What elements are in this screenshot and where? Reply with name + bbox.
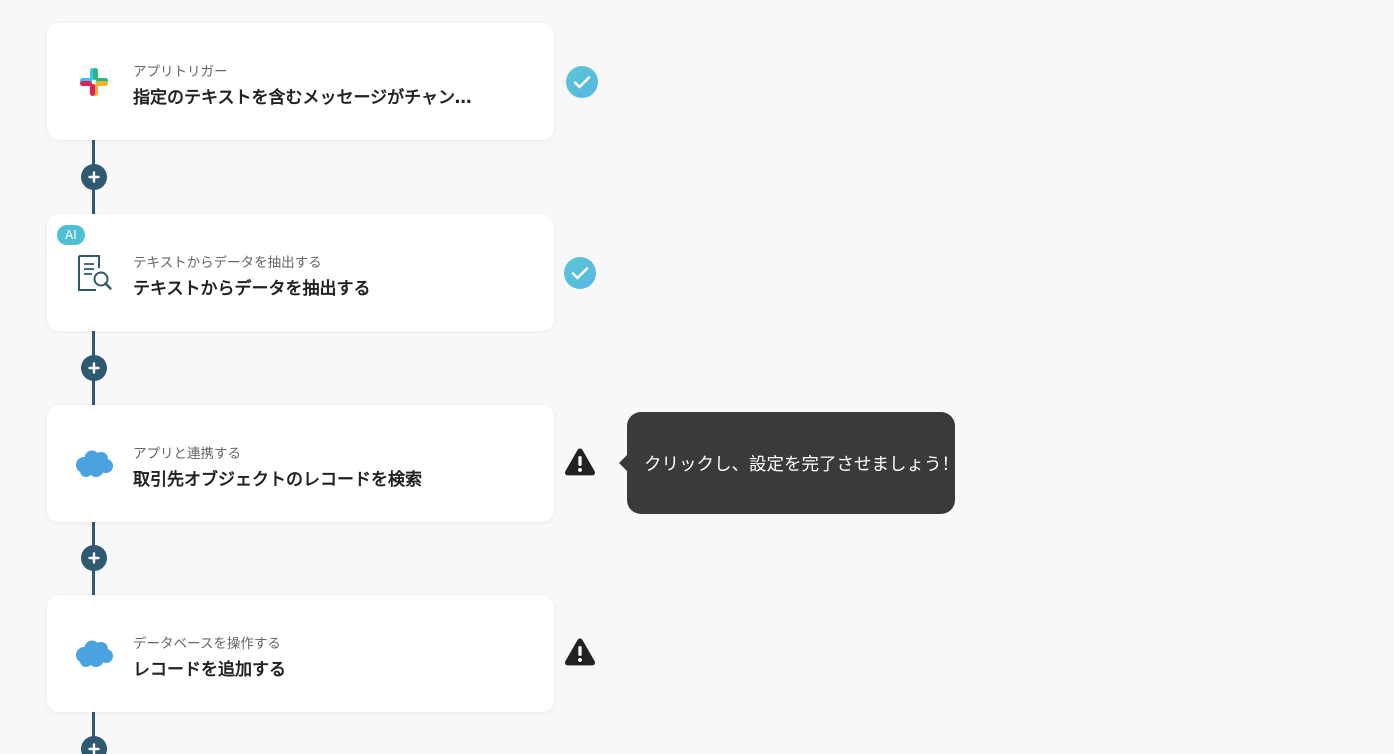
step-title: テキストからデータを抽出する <box>133 279 371 299</box>
step-category: データベースを操作する <box>133 636 281 652</box>
plus-icon <box>88 743 100 754</box>
check-circle-icon <box>566 66 598 98</box>
salesforce-icon <box>73 633 115 675</box>
step-category: テキストからデータを抽出する <box>133 255 322 271</box>
step-category: アプリトリガー <box>133 64 228 80</box>
plus-icon <box>88 552 100 564</box>
step-card-salesforce-search[interactable]: アプリと連携する 取引先オブジェクトのレコードを検索 <box>47 405 554 522</box>
step-title: 指定のテキストを含むメッセージがチャンネルに投稿されたら <box>133 88 473 108</box>
step-title: 取引先オブジェクトのレコードを検索 <box>133 470 422 490</box>
add-step-button[interactable] <box>81 164 107 190</box>
add-step-button[interactable] <box>81 355 107 381</box>
step-title: レコードを追加する <box>133 660 286 680</box>
step-card-trigger[interactable]: アプリトリガー 指定のテキストを含むメッセージがチャンネルに投稿されたら <box>47 23 554 140</box>
plus-icon <box>88 171 100 183</box>
slack-icon <box>73 61 115 103</box>
step-category: アプリと連携する <box>133 446 241 462</box>
plus-icon <box>88 362 100 374</box>
flow-canvas: アプリトリガー 指定のテキストを含むメッセージがチャンネルに投稿されたら AI … <box>0 0 1394 754</box>
setup-tooltip: クリックし、設定を完了させましょう！ <box>619 412 959 514</box>
step-card-salesforce-add[interactable]: データベースを操作する レコードを追加する <box>47 595 554 712</box>
warning-icon <box>564 635 596 667</box>
warning-icon <box>564 445 596 477</box>
add-step-button[interactable] <box>81 545 107 571</box>
add-step-button[interactable] <box>81 736 107 754</box>
ai-badge: AI <box>57 225 85 245</box>
check-circle-icon <box>564 257 596 289</box>
document-search-icon <box>73 252 115 294</box>
salesforce-icon <box>73 443 115 485</box>
tooltip-arrow <box>619 455 627 471</box>
tooltip-text: クリックし、設定を完了させましょう！ <box>644 454 959 475</box>
step-card-ai-extract[interactable]: AI テキストからデータを抽出する テキストからデータを抽出する <box>47 214 554 331</box>
